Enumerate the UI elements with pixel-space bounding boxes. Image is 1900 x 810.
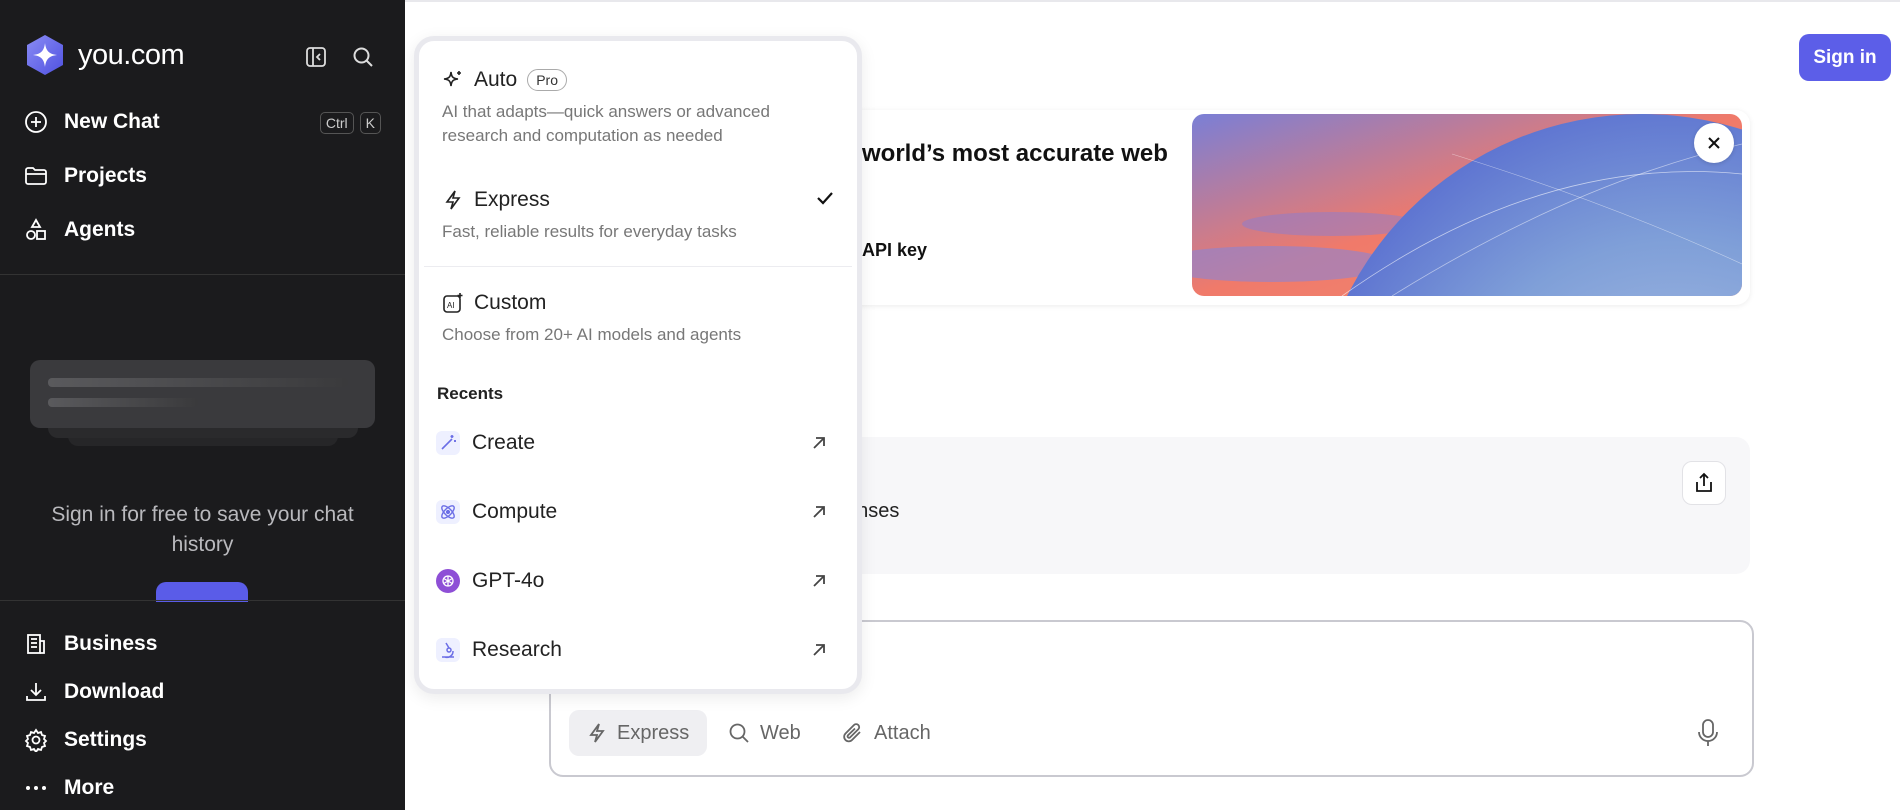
mode-label: Auto — [474, 68, 518, 91]
mode-label: Custom — [474, 291, 547, 314]
nav-label: New Chat — [64, 110, 160, 133]
dropdown-divider — [424, 266, 852, 267]
kbd-ctrl: Ctrl — [319, 112, 354, 134]
lightning-icon — [445, 190, 461, 210]
plus-circle-icon — [25, 111, 47, 133]
business-button[interactable]: Business — [24, 632, 157, 656]
attach-chip[interactable]: Attach — [824, 710, 949, 756]
promo-globe-image — [1192, 114, 1742, 296]
sidebar-divider-bottom — [0, 600, 405, 601]
mode-desc: Fast, reliable results for everyday task… — [442, 222, 737, 241]
placeholder-history-graphic — [30, 360, 375, 455]
chip-label: Web — [760, 721, 801, 744]
you-logo-icon — [27, 35, 63, 75]
download-button[interactable]: Download — [24, 680, 164, 704]
arrow-up-right-icon — [813, 644, 825, 656]
building-icon — [27, 634, 45, 654]
ellipsis-icon — [26, 786, 46, 790]
download-icon — [26, 683, 46, 701]
mode-desc: Choose from 20+ AI models and agents — [442, 325, 742, 344]
nav-label: More — [64, 776, 115, 799]
recent-item-create[interactable]: Create — [436, 431, 828, 455]
mode-label: Express — [474, 188, 550, 211]
close-promo-button[interactable] — [1694, 123, 1734, 163]
settings-button[interactable]: Settings — [24, 728, 147, 752]
mode-chip-express[interactable]: Express — [569, 710, 708, 756]
promo-title: world’s most accurate web — [862, 140, 1168, 167]
arrow-up-right-icon — [813, 437, 825, 449]
mode-option-express[interactable]: Express Fast, reliable results for every… — [442, 188, 822, 244]
paperclip-icon — [843, 723, 861, 743]
lightning-icon — [589, 723, 605, 743]
search-icon — [729, 723, 749, 743]
top-border — [405, 0, 1900, 2]
signin-note: Sign in for free to save your chat histo… — [51, 503, 354, 556]
sparkle-icon — [443, 71, 461, 87]
recent-item-research[interactable]: Research — [436, 638, 828, 662]
share-icon — [1696, 472, 1712, 492]
nav-label: Settings — [64, 728, 147, 751]
recent-label: GPT-4o — [472, 569, 545, 592]
microphone-icon — [1698, 719, 1718, 746]
brand-name: you.com — [78, 38, 185, 71]
ai-custom-icon: AI — [443, 293, 463, 313]
agents-button[interactable]: Agents — [24, 218, 135, 242]
recent-item-gpt4o[interactable]: GPT-4o — [436, 569, 828, 593]
arrow-up-right-icon — [813, 506, 825, 518]
pro-badge: Pro — [527, 69, 567, 91]
mode-option-auto[interactable]: Auto Pro AI that adapts—quick answers or… — [442, 68, 822, 148]
mode-option-custom[interactable]: AI Custom Choose from 20+ AI models and … — [442, 291, 822, 347]
recent-label: Compute — [472, 500, 558, 523]
nav-label: Business — [64, 632, 158, 655]
folder-icon — [25, 167, 47, 185]
collapse-sidebar-icon[interactable] — [303, 44, 329, 70]
checkmark-icon — [817, 192, 833, 205]
openai-icon — [436, 569, 460, 593]
microphone-button[interactable] — [1694, 718, 1722, 748]
atom-icon — [436, 500, 460, 524]
share-button[interactable] — [1682, 461, 1726, 505]
svg-text:AI: AI — [447, 301, 455, 310]
shapes-icon — [26, 218, 46, 240]
recent-item-compute[interactable]: Compute — [436, 500, 828, 524]
kbd-k: K — [359, 112, 381, 134]
info-card — [830, 437, 1750, 574]
logo[interactable]: you.com — [24, 34, 185, 76]
chip-label: Express — [617, 721, 690, 744]
projects-button[interactable]: Projects — [24, 164, 147, 188]
web-chip[interactable]: Web — [710, 710, 819, 756]
search-icon[interactable] — [350, 44, 376, 70]
recent-label: Create — [472, 431, 536, 454]
chip-label: Attach — [874, 721, 931, 744]
microscope-icon — [436, 638, 460, 662]
sidebar-divider — [0, 274, 405, 275]
signin-button[interactable]: Sign in — [1799, 34, 1891, 81]
nav-label: Download — [64, 680, 165, 703]
nav-label: Projects — [64, 164, 147, 187]
recents-heading: Recents — [437, 384, 504, 403]
nav-label: Agents — [64, 218, 136, 241]
gear-icon — [24, 728, 48, 752]
more-button[interactable]: More — [24, 776, 114, 800]
mode-desc: AI that adapts—quick answers or advanced… — [442, 102, 770, 145]
shortcut-hint: Ctrl K — [319, 112, 381, 134]
arrow-up-right-icon — [813, 575, 825, 587]
sidebar-signin-button[interactable] — [156, 582, 248, 602]
promo-link[interactable]: API key — [862, 240, 927, 261]
close-icon — [1708, 137, 1720, 149]
sidebar: you.com New Chat Ctrl K Projects Agents … — [0, 0, 405, 810]
magic-wand-icon — [436, 431, 460, 455]
recent-label: Research — [472, 638, 562, 661]
new-chat-button[interactable]: New Chat — [24, 110, 160, 134]
